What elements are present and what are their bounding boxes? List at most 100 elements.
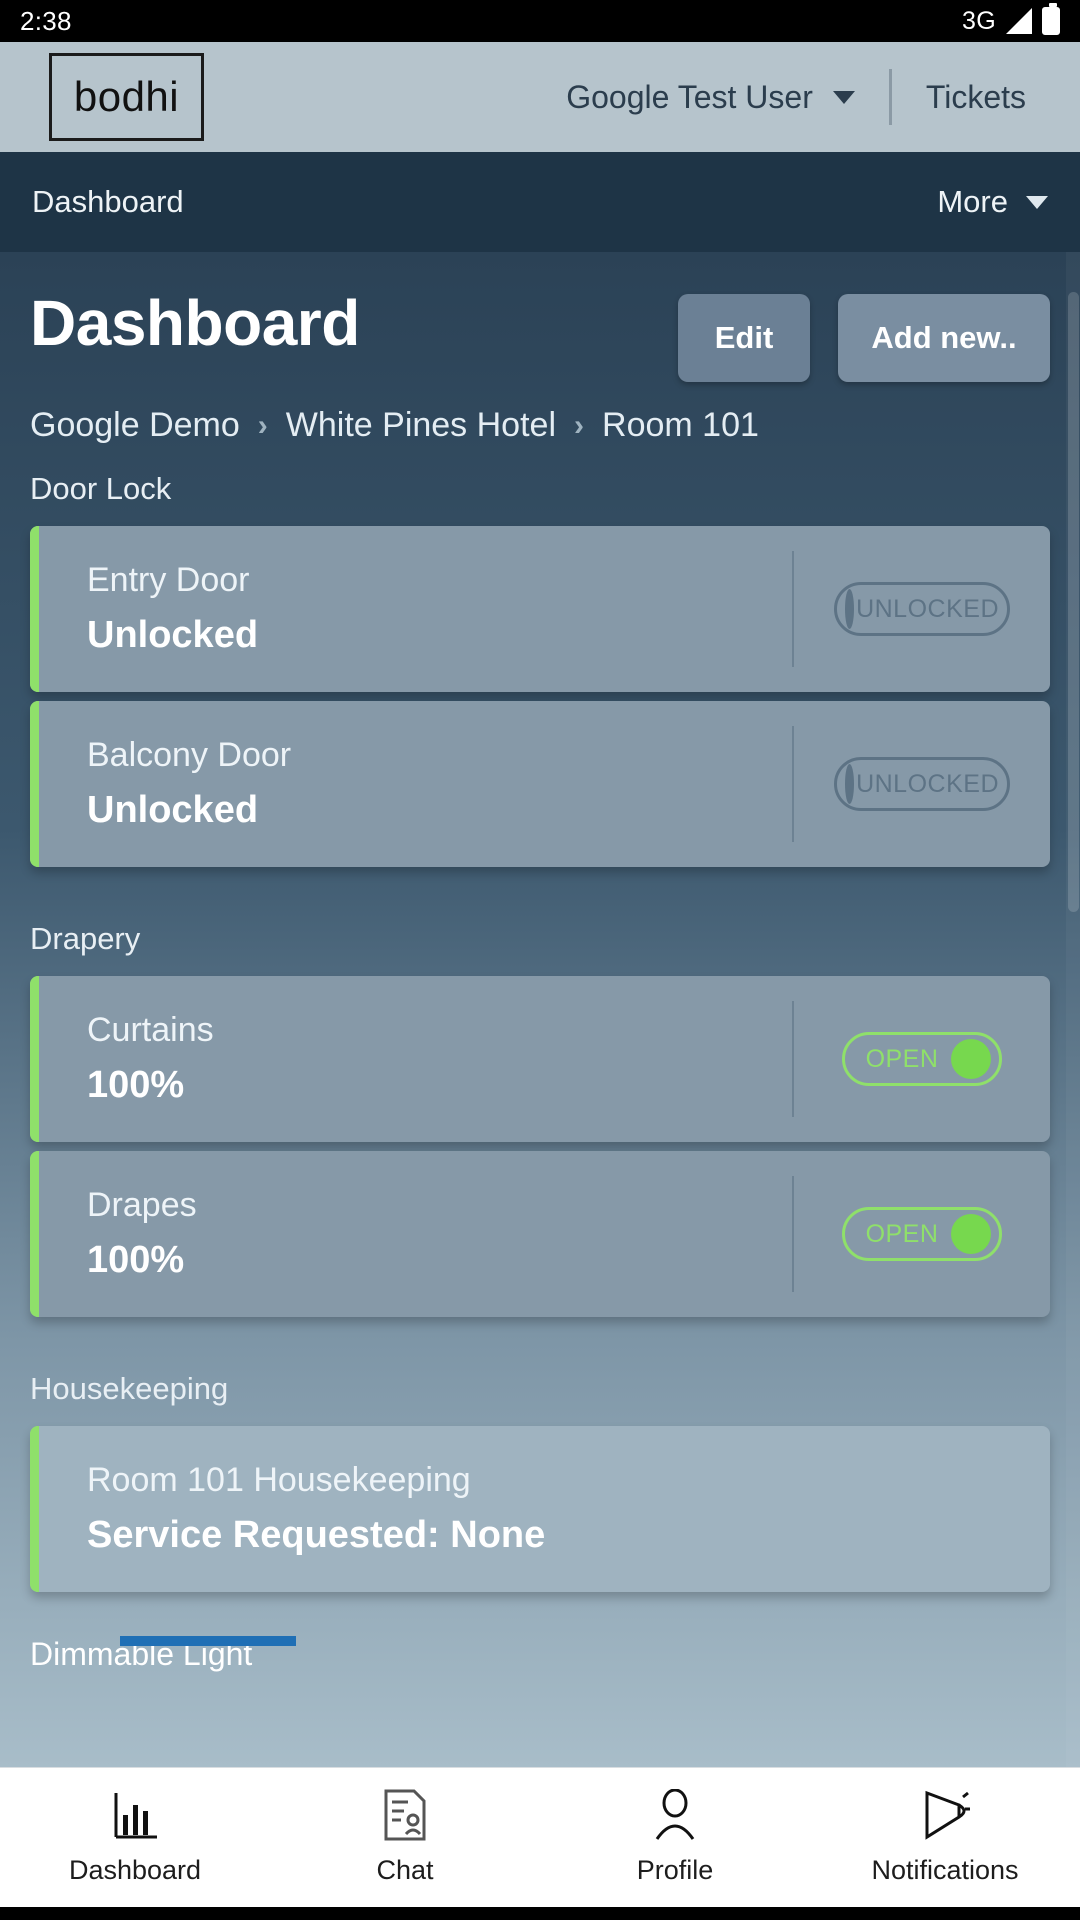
card-text: Room 101 Housekeeping Service Requested:… (87, 1460, 1050, 1558)
device-card[interactable]: Entry Door Unlocked UNLOCKED (30, 526, 1050, 692)
toggle-knob-icon (845, 589, 855, 629)
card-status-accent (30, 526, 39, 692)
nav-strip: Dashboard More (0, 152, 1080, 252)
toggle-label: UNLOCKED (856, 594, 999, 623)
dimmer-progress-bar[interactable] (120, 1636, 296, 1646)
add-new-button[interactable]: Add new.. (838, 294, 1050, 382)
device-name: Balcony Door (87, 735, 292, 774)
tab-label: Notifications (871, 1855, 1019, 1885)
card-control: UNLOCKED (792, 551, 1050, 667)
brand-logo-text: bodhi (73, 73, 180, 120)
device-name: Drapes (87, 1185, 197, 1224)
toggle-knob-icon (951, 1039, 991, 1079)
page-title: Dashboard (30, 287, 360, 359)
nav-current-label[interactable]: Dashboard (32, 184, 184, 220)
device-card[interactable]: Curtains 100% OPEN (30, 976, 1050, 1142)
drapery-toggle[interactable]: OPEN (842, 1207, 1002, 1261)
more-menu-label: More (937, 184, 1008, 219)
device-name: Curtains (87, 1010, 214, 1049)
app-header: bodhi Google Test User Tickets (0, 42, 1080, 152)
chevron-down-icon (1026, 195, 1048, 209)
device-card[interactable]: Drapes 100% OPEN (30, 1151, 1050, 1317)
device-state: Unlocked (87, 613, 259, 656)
breadcrumb-separator-icon: › (574, 408, 585, 442)
gesture-nav-bar (0, 1907, 1080, 1920)
status-time: 2:38 (20, 5, 72, 36)
toggle-label: OPEN (865, 1219, 939, 1248)
card-text: Curtains 100% (87, 1010, 792, 1108)
card-text: Drapes 100% (87, 1185, 792, 1283)
card-status-accent (30, 976, 39, 1142)
card-control: OPEN (792, 1176, 1050, 1292)
card-control: OPEN (792, 1001, 1050, 1117)
card-status-accent (30, 701, 39, 867)
housekeeping-card[interactable]: Room 101 Housekeeping Service Requested:… (30, 1426, 1050, 1592)
card-body: Room 101 Housekeeping Service Requested:… (39, 1426, 1050, 1592)
drapery-toggle[interactable]: OPEN (842, 1032, 1002, 1086)
page-title-row: Dashboard Edit Add new.. (0, 252, 1080, 382)
bar-chart-icon (111, 1789, 159, 1841)
header-divider (888, 69, 892, 125)
tab-chat[interactable]: Chat (270, 1789, 540, 1886)
toggle-label: UNLOCKED (856, 769, 999, 798)
card-text: Balcony Door Unlocked (87, 735, 792, 833)
section-label-door-lock: Door Lock (30, 471, 172, 506)
lock-toggle[interactable]: UNLOCKED (834, 757, 1010, 811)
section-label-housekeeping: Housekeeping (30, 1371, 229, 1406)
device-state: 100% (87, 1063, 185, 1106)
more-menu[interactable]: More (937, 184, 1048, 220)
breadcrumb-item-1[interactable]: White Pines Hotel (286, 406, 556, 445)
section-label-dimmable-light: Dimmable Light (0, 1592, 1080, 1673)
toggle-knob-icon (845, 764, 855, 804)
card-body: Drapes 100% OPEN (39, 1151, 1050, 1317)
dashboard-content: Dashboard Edit Add new.. Google Demo › W… (0, 252, 1080, 1673)
dashboard-scroll-area[interactable]: Dashboard Edit Add new.. Google Demo › W… (0, 252, 1080, 1767)
device-state: Service Requested: None (87, 1513, 546, 1556)
status-bar: 2:38 3G (0, 0, 1080, 42)
edit-button[interactable]: Edit (678, 294, 810, 382)
signal-triangle-icon (1006, 8, 1032, 34)
user-menu[interactable]: Google Test User (566, 79, 855, 116)
status-indicators: 3G (962, 3, 1060, 36)
network-type-label: 3G (962, 6, 996, 35)
megaphone-icon (919, 1789, 971, 1841)
card-body: Entry Door Unlocked UNLOCKED (39, 526, 1050, 692)
lock-toggle[interactable]: UNLOCKED (834, 582, 1010, 636)
card-text: Entry Door Unlocked (87, 560, 792, 658)
tab-label: Dashboard (68, 1855, 202, 1885)
tab-dashboard[interactable]: Dashboard (0, 1789, 270, 1886)
chat-document-icon (382, 1789, 428, 1841)
device-state: 100% (87, 1238, 185, 1281)
device-name: Room 101 Housekeeping (87, 1460, 471, 1499)
breadcrumb-item-0[interactable]: Google Demo (30, 406, 240, 445)
chevron-down-icon (832, 90, 855, 104)
toggle-knob-icon (951, 1214, 991, 1254)
tickets-link[interactable]: Tickets (926, 79, 1026, 116)
toggle-label: OPEN (865, 1044, 939, 1073)
user-name-label: Google Test User (566, 78, 813, 115)
breadcrumb: Google Demo › White Pines Hotel › Room 1… (0, 382, 1080, 445)
bottom-tab-bar: Dashboard Chat Profile Notifications (0, 1767, 1080, 1907)
brand-logo[interactable]: bodhi (49, 53, 204, 141)
breadcrumb-separator-icon: › (257, 408, 268, 442)
card-control: UNLOCKED (792, 726, 1050, 842)
battery-full-icon (1042, 3, 1060, 35)
breadcrumb-item-2[interactable]: Room 101 (602, 406, 759, 445)
phone-screen: 2:38 3G bodhi Google Test User Tickets D… (0, 0, 1080, 1920)
app-header-actions: Google Test User Tickets (566, 69, 1056, 125)
card-body: Balcony Door Unlocked UNLOCKED (39, 701, 1050, 867)
tab-profile[interactable]: Profile (540, 1789, 810, 1886)
page-actions: Edit Add new.. (678, 290, 1050, 382)
device-card[interactable]: Balcony Door Unlocked UNLOCKED (30, 701, 1050, 867)
card-status-accent (30, 1151, 39, 1317)
tab-label: Profile (636, 1855, 714, 1885)
card-status-accent (30, 1426, 39, 1592)
section-label-drapery: Drapery (30, 921, 141, 956)
card-body: Curtains 100% OPEN (39, 976, 1050, 1142)
tab-label: Chat (376, 1855, 434, 1885)
device-state: Unlocked (87, 788, 259, 831)
tab-notifications[interactable]: Notifications (810, 1789, 1080, 1886)
device-name: Entry Door (87, 560, 250, 599)
scrollbar-thumb[interactable] (1068, 292, 1079, 912)
vertical-scrollbar[interactable] (1066, 252, 1080, 1767)
